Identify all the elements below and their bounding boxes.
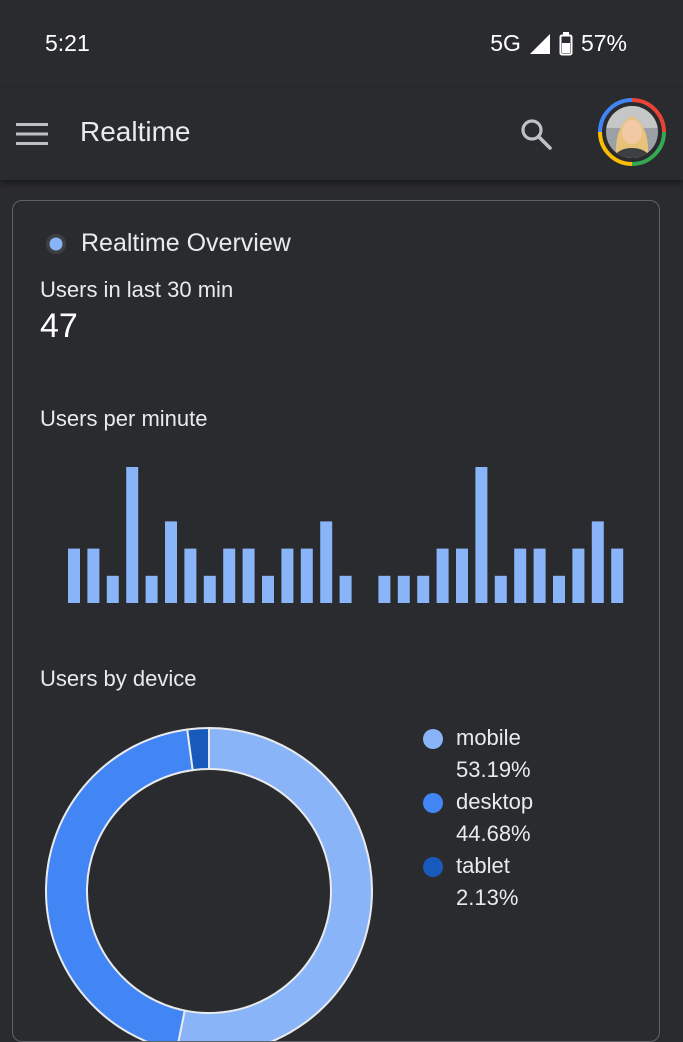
bar-minute-24 [514, 548, 527, 603]
users-by-device-label: Users by device [40, 666, 197, 691]
account-avatar[interactable] [598, 98, 666, 166]
bar-minute-1 [68, 548, 80, 603]
users-30min-value: 47 [40, 307, 78, 345]
bar-minute-26 [553, 575, 565, 603]
status-time: 5:21 [45, 30, 90, 56]
bar-minute-12 [281, 548, 294, 603]
realtime-overview-card: Realtime Overview Users in last 30 min 4… [12, 200, 660, 1042]
network-type: 5G [490, 30, 521, 56]
bar-minute-13 [300, 548, 313, 603]
legend-label-mobile: mobile [456, 725, 521, 750]
app-bar: Realtime [0, 88, 683, 180]
card-header: Realtime Overview [45, 229, 291, 258]
legend-dot-tablet [423, 857, 443, 877]
users-30min-label: Users in last 30 min [40, 277, 234, 302]
legend-value-tablet: 2.13% [456, 885, 519, 910]
bar-minute-11 [262, 575, 274, 603]
bar-minute-22 [475, 467, 488, 603]
signal-icon [529, 33, 551, 55]
realtime-dot-icon [46, 233, 66, 254]
status-bar: 5:21 5G 57% [0, 0, 683, 88]
users-per-minute-label: Users per minute [40, 406, 208, 431]
legend-dot-desktop [423, 793, 443, 813]
bar-minute-14 [320, 521, 333, 603]
bar-minute-2 [87, 548, 100, 603]
bar-minute-23 [494, 575, 507, 603]
donut-slice-desktop [45, 728, 194, 1041]
users-by-device-chart [45, 726, 373, 1041]
bar-minute-10 [242, 548, 255, 603]
menu-icon[interactable] [16, 122, 48, 146]
bar-minute-25 [533, 548, 546, 603]
bar-minute-4 [126, 467, 139, 603]
bar-minute-19 [417, 575, 430, 603]
bar-minute-29 [611, 548, 624, 603]
page-title: Realtime [80, 116, 191, 147]
legend-label-desktop: desktop [456, 789, 534, 814]
battery-level: 57% [580, 30, 627, 56]
bar-minute-28 [591, 521, 604, 603]
status-indicators: 5G 57% [490, 30, 627, 57]
bar-minute-6 [165, 521, 177, 603]
search-icon[interactable] [518, 116, 554, 152]
bar-minute-5 [145, 575, 158, 603]
bar-minute-8 [203, 575, 216, 603]
legend-value-desktop: 44.68% [456, 821, 531, 846]
bar-minute-18 [397, 575, 410, 603]
battery-icon [559, 31, 573, 56]
users-per-minute-chart [68, 467, 624, 603]
bar-minute-7 [184, 548, 197, 603]
bar-minute-3 [106, 575, 119, 603]
bar-minute-15 [339, 575, 352, 603]
donut-slice-mobile [177, 726, 373, 1041]
card-title: Realtime Overview [81, 229, 291, 257]
legend-dot-mobile [423, 729, 443, 749]
bar-minute-20 [436, 548, 449, 603]
legend-value-mobile: 53.19% [456, 757, 531, 782]
bar-minute-9 [223, 548, 236, 603]
bar-minute-17 [378, 575, 391, 603]
bar-minute-21 [456, 548, 468, 603]
bar-minute-27 [572, 548, 585, 603]
legend-label-tablet: tablet [456, 853, 510, 878]
